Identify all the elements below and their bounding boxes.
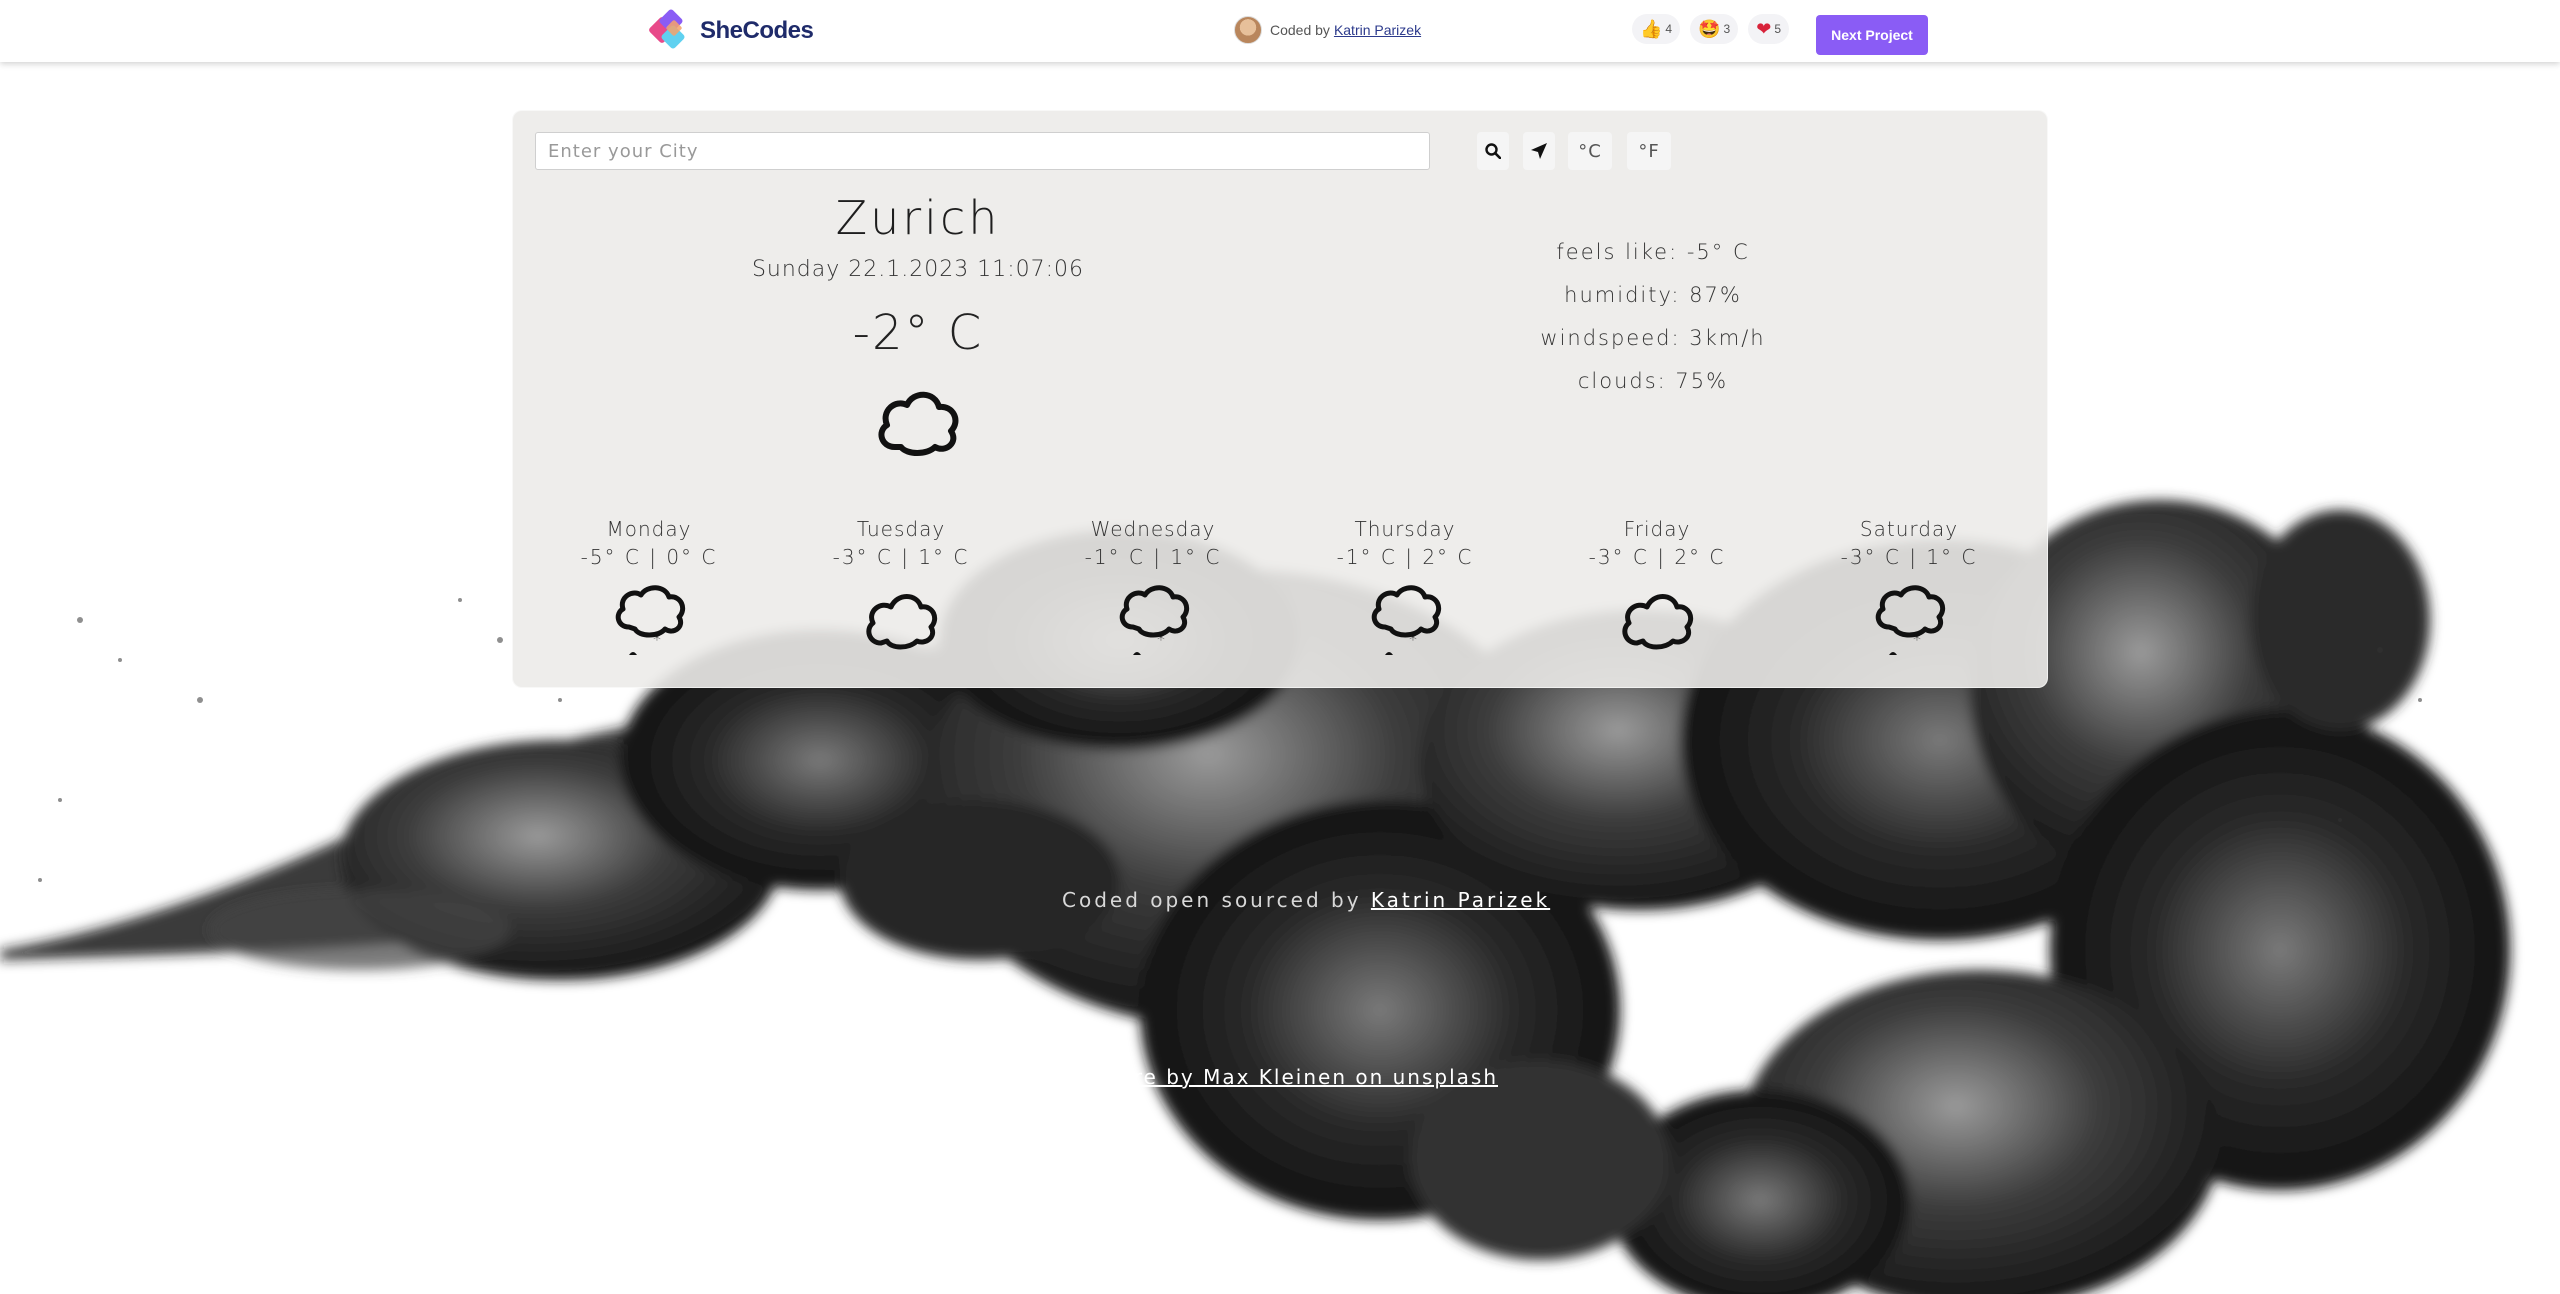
city-search-input[interactable]: [535, 132, 1430, 170]
forecast-day-name: Saturday: [1859, 517, 1959, 541]
heart-icon: ❤: [1756, 19, 1772, 39]
reaction-count: 5: [1774, 22, 1781, 36]
feels-like: feels like: -5° C: [1556, 240, 1750, 264]
current-datetime: Sunday 22.1.2023 11:07:06: [751, 257, 1085, 282]
celsius-button[interactable]: °C: [1568, 132, 1612, 170]
forecast-day: Thursday -1° C | 2° C *: [1305, 517, 1505, 661]
open-source-credit: Coded open sourced by Katrin Parizek: [1062, 888, 1550, 912]
snow-cloud-icon: *: [1875, 585, 1946, 655]
forecast-day-temps: -3° C | 2° C: [1588, 545, 1726, 569]
forecast-day-name: Tuesday: [856, 517, 946, 541]
forecast-day-temps: -1° C | 2° C: [1336, 545, 1474, 569]
svg-text:*: *: [1913, 630, 1923, 649]
coder-name-link[interactable]: Katrin Parizek: [1334, 22, 1421, 38]
forecast-day-name: Monday: [606, 517, 692, 541]
cloud-icon: [878, 391, 959, 456]
forecast-day: Saturday -3° C | 1° C *: [1809, 517, 2009, 661]
shecodes-logo-icon: [649, 9, 685, 49]
windspeed: windspeed: 3km/h: [1540, 326, 1766, 350]
forecast-day-name: Thursday: [1354, 517, 1456, 541]
forecast-day: Tuesday -3° C | 1° C: [801, 517, 1001, 661]
forecast-day-temps: -3° C | 1° C: [832, 545, 970, 569]
snow-cloud-icon: *: [1119, 585, 1190, 655]
humidity: humidity: 87%: [1564, 283, 1742, 307]
location-arrow-icon: [1531, 143, 1547, 159]
forecast-day-temps: -3° C | 1° C: [1840, 545, 1978, 569]
fahrenheit-button[interactable]: °F: [1627, 132, 1671, 170]
forecast-day-name: Friday: [1623, 517, 1691, 541]
reaction-count: 4: [1665, 22, 1673, 36]
forecast-day-name: Wednesday: [1090, 517, 1216, 541]
current-location-button[interactable]: [1523, 132, 1555, 170]
forecast-day: Friday -3° C | 2° C: [1557, 517, 1757, 661]
svg-text:*: *: [1157, 630, 1167, 649]
reaction-thumbs-up[interactable]: 👍 4: [1632, 14, 1681, 44]
star-struck-icon: 🤩: [1698, 19, 1721, 39]
forecast-row: Monday -5° C | 0° C * Tuesday -3° C | 1°…: [513, 517, 2049, 677]
shecodes-logo[interactable]: SheCodes: [648, 8, 814, 54]
picture-credit-link[interactable]: picture by Max Kleinen on unsplash: [1074, 1065, 1498, 1089]
coder-credit: Coded by Katrin Parizek: [1234, 16, 1421, 44]
next-project-button[interactable]: Next Project: [1816, 15, 1928, 55]
credit-prefix: Coded open sourced by: [1062, 888, 1362, 912]
weather-details: feels like: -5° C humidity: 87% windspee…: [1503, 231, 1803, 403]
top-navigation-bar: SheCodes Coded by Katrin Parizek 👍 4 🤩 3…: [0, 0, 2560, 62]
brand-name: SheCodes: [700, 17, 814, 44]
reaction-star-struck[interactable]: 🤩 3: [1690, 14, 1739, 44]
forecast-day: Wednesday -1° C | 1° C *: [1053, 517, 1253, 661]
coded-by-prefix: Coded by: [1270, 22, 1330, 38]
thumbs-up-icon: 👍: [1640, 19, 1663, 39]
cloud-icon: [866, 594, 938, 650]
forecast-day-temps: -5° C | 0° C: [580, 545, 718, 569]
snow-cloud-icon: *: [615, 585, 686, 655]
cloud-icon: [1622, 594, 1694, 650]
reactions: 👍 4 🤩 3 ❤ 5: [1632, 14, 1789, 44]
reaction-count: 3: [1723, 22, 1731, 36]
forecast-day-temps: -1° C | 1° C: [1084, 545, 1222, 569]
clouds: clouds: 75%: [1577, 369, 1729, 393]
weather-card: °C °F Zurich Sunday 22.1.2023 11:07:06 -…: [512, 110, 2048, 688]
reaction-heart[interactable]: ❤ 5: [1748, 14, 1789, 44]
forecast-day: Monday -5° C | 0° C *: [549, 517, 749, 661]
search-icon: [1485, 143, 1501, 159]
avatar: [1234, 16, 1262, 44]
snow-cloud-icon: *: [1371, 585, 1442, 655]
current-temperature: -2° C: [852, 305, 984, 361]
city-name: Zurich: [835, 191, 1001, 245]
svg-text:*: *: [653, 630, 663, 649]
credit-name-link[interactable]: Katrin Parizek: [1371, 888, 1550, 912]
svg-text:*: *: [1409, 630, 1419, 649]
search-button[interactable]: [1477, 132, 1509, 170]
